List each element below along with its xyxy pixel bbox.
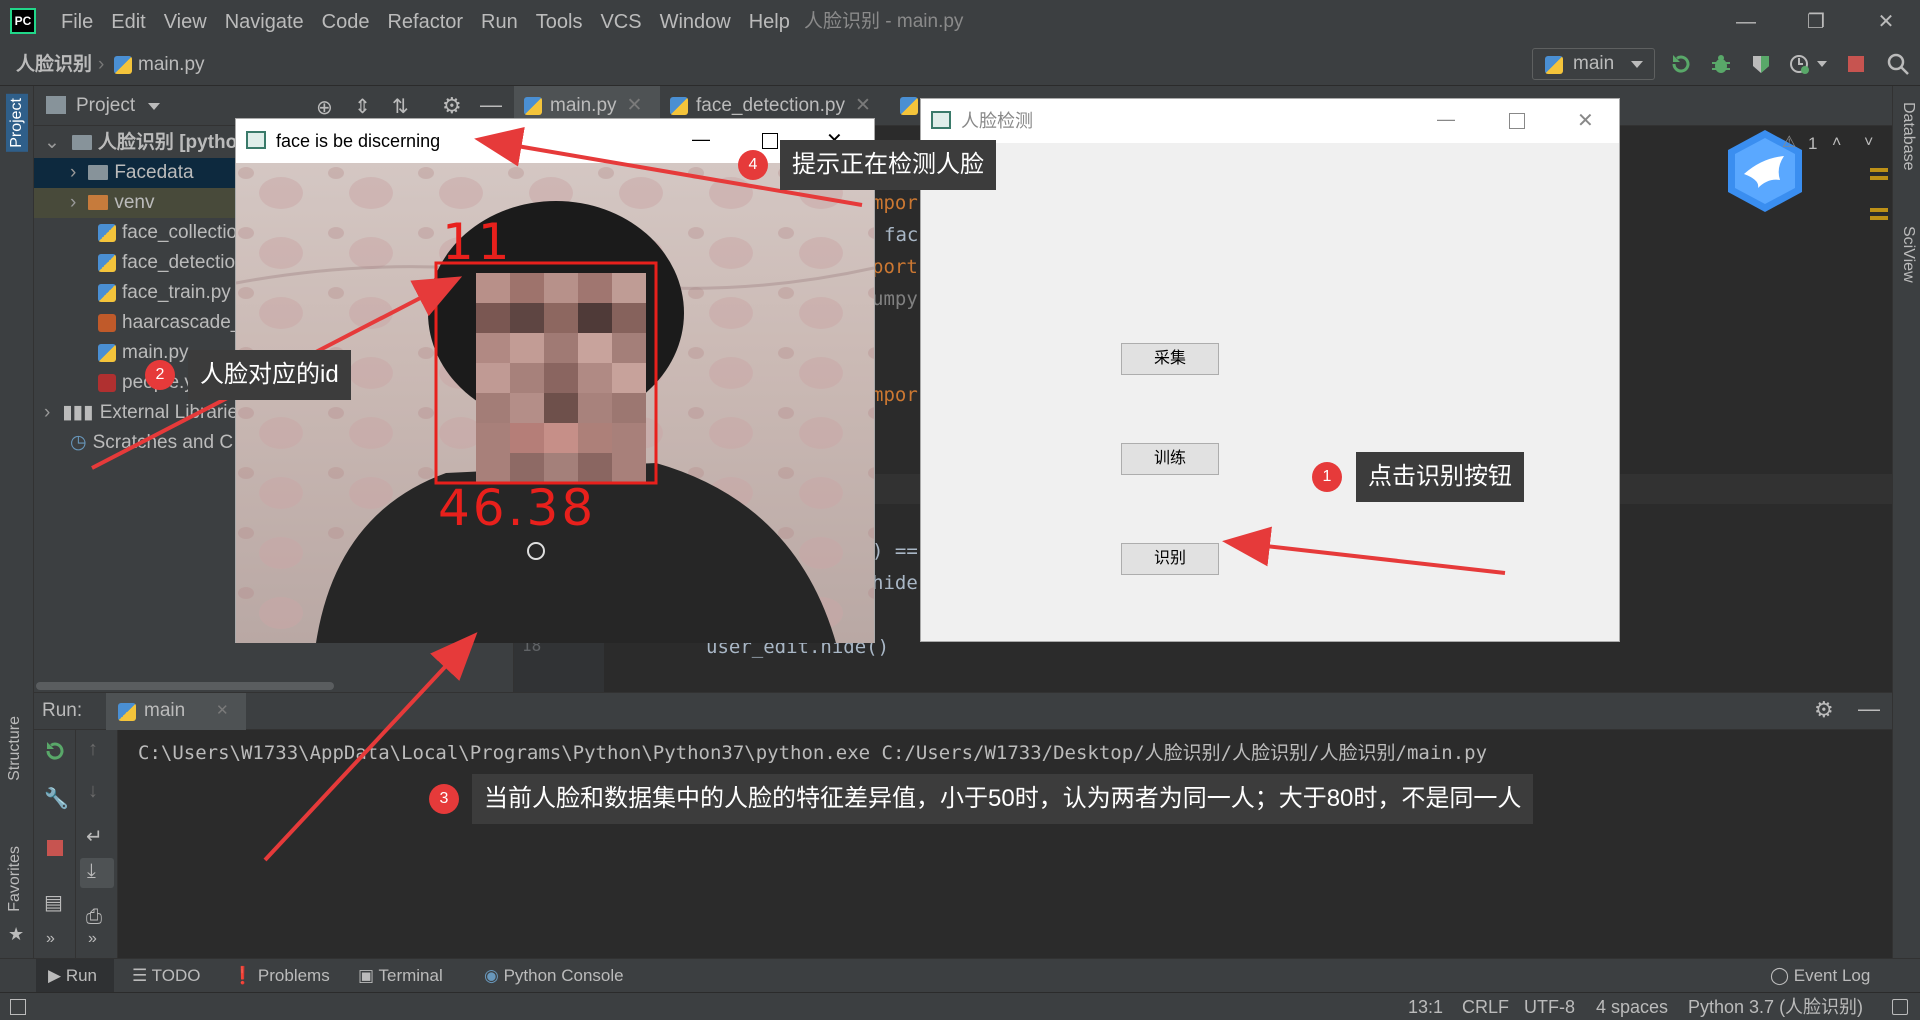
callout-confidence-explanation: 当前人脸和数据集中的人脸的特征差异值，小于50时，认为两者为同一人；大于80时，… xyxy=(472,774,1534,824)
callout-detecting-face: 提示正在检测人脸 xyxy=(780,140,996,190)
callout-click-recognize: 点击识别按钮 xyxy=(1356,452,1524,502)
callout-number-1: 1 xyxy=(1312,462,1342,492)
callout-face-id: 人脸对应的id xyxy=(188,350,351,400)
callout-number-2: 2 xyxy=(145,360,175,390)
callout-number-4: 4 xyxy=(738,150,768,180)
callout-number-3: 3 xyxy=(429,784,459,814)
